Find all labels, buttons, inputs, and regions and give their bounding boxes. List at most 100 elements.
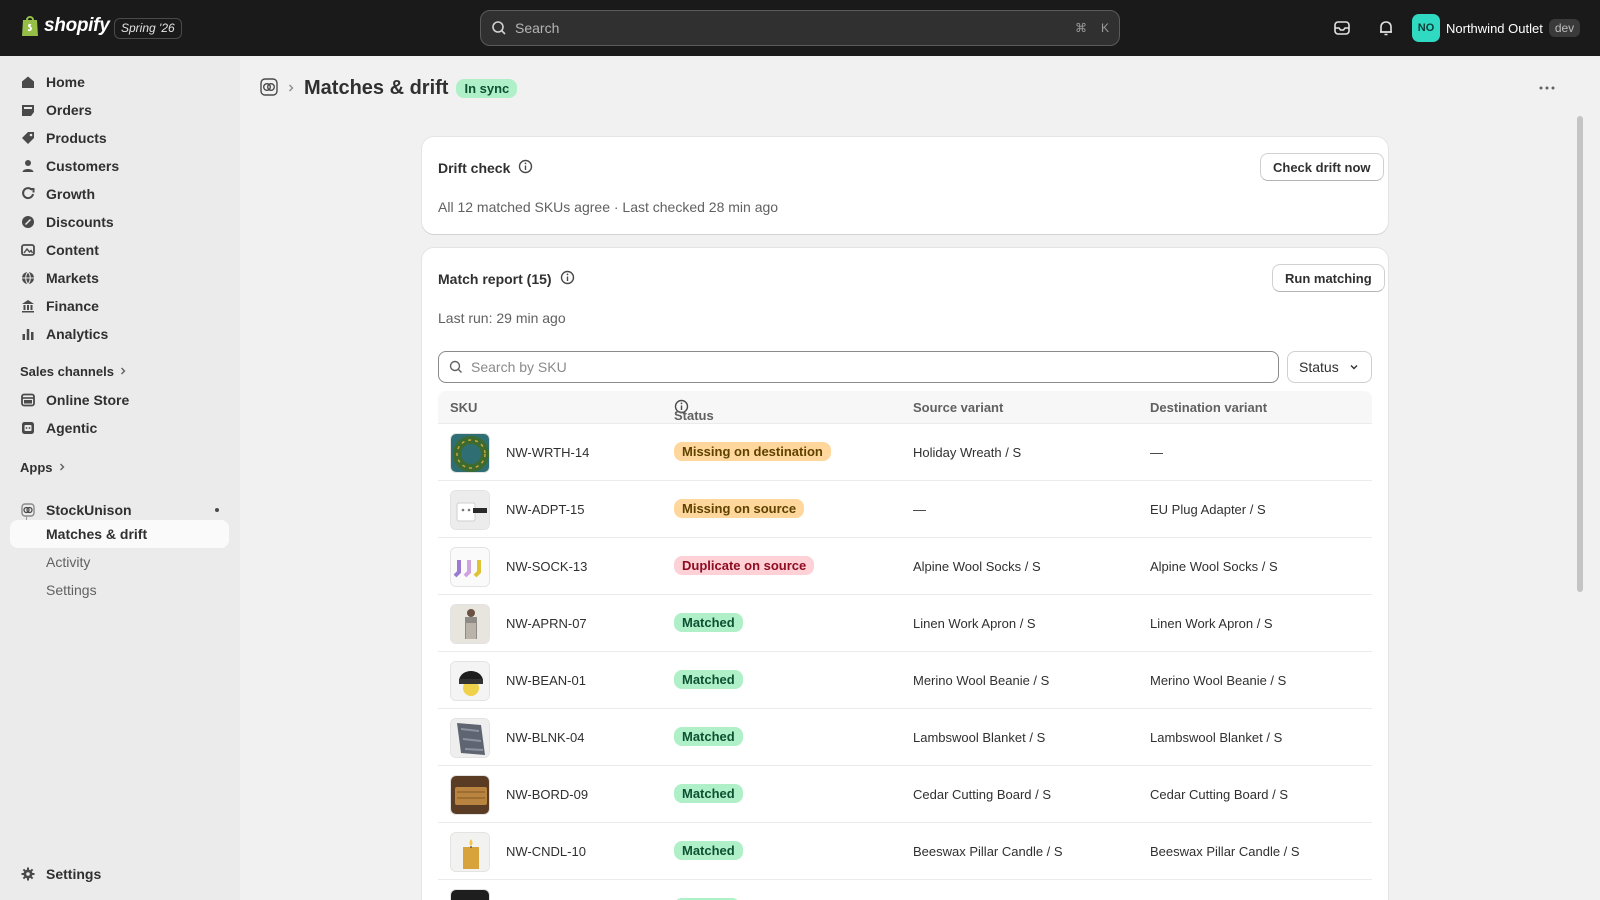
shortcut-cmd: ⌘ [1074, 21, 1087, 35]
sidebar-item-analytics[interactable]: Analytics [10, 320, 229, 348]
destination-variant-cell: Cedar Cutting Board / S [1150, 787, 1289, 802]
product-thumbnail [450, 547, 490, 587]
sidebar-item-agentic[interactable]: Agentic [10, 414, 229, 442]
table-row[interactable]: NW-CNDL-10 Matched Beeswax Pillar Candle… [438, 822, 1372, 879]
scrollbar-thumb[interactable] [1577, 116, 1583, 592]
bell-icon[interactable] [1375, 17, 1397, 39]
sidebar-item-online-store[interactable]: Online Store [10, 386, 229, 414]
status-badge: Missing on destination [674, 442, 831, 461]
app-icon[interactable] [260, 77, 278, 99]
table-row[interactable]: NW-WRTH-14 Missing on destination Holida… [438, 423, 1372, 480]
product-thumbnail [450, 718, 490, 758]
page-scrollbar[interactable] [1575, 114, 1585, 900]
column-destination-variant[interactable]: Destination variant [1150, 400, 1267, 415]
sku-search-placeholder: Search by SKU [471, 359, 567, 375]
sidebar-item-markets[interactable]: Markets [10, 264, 229, 292]
table-row[interactable]: NW-SOCK-13 Duplicate on source Alpine Wo… [438, 537, 1372, 594]
sidebar-item-home[interactable]: Home [10, 68, 229, 96]
subnav-activity[interactable]: Activity [10, 548, 229, 576]
sku-cell: NW-BEAN-01 [506, 673, 586, 688]
apps-label: Apps [20, 460, 53, 475]
source-variant-cell: Merino Wool Beanie / S [913, 673, 1050, 688]
product-thumbnail [450, 661, 490, 701]
destination-variant-cell: — [1150, 445, 1163, 460]
top-bar: shopify Spring '26 Search ⌘ K NO Northwi… [0, 0, 1600, 56]
info-icon[interactable] [518, 159, 533, 177]
search-icon [449, 360, 462, 373]
more-actions-icon[interactable] [1532, 76, 1562, 100]
column-status[interactable]: Status [674, 399, 714, 423]
sidebar-item-label: Agentic [46, 420, 98, 436]
sidebar-item-finance[interactable]: Finance [10, 292, 229, 320]
search-icon [492, 21, 506, 35]
global-search[interactable]: Search ⌘ K [480, 10, 1120, 46]
table-row[interactable]: NW-APRN-07 Matched Linen Work Apron / S … [438, 594, 1372, 651]
store-avatar: NO [1412, 14, 1440, 42]
sidebar-item-growth[interactable]: Growth [10, 180, 229, 208]
app-status-dot [215, 508, 219, 512]
table-row[interactable]: NW-BEAN-01 Matched Merino Wool Beanie / … [438, 651, 1372, 708]
sidebar-item-orders[interactable]: Orders [10, 96, 229, 124]
sidebar-item-label: Markets [46, 270, 99, 286]
subnav-matches-drift[interactable]: Matches & drift [10, 520, 229, 548]
shopify-logo[interactable]: shopify [20, 14, 110, 38]
sku-search-input[interactable]: Search by SKU [438, 351, 1279, 383]
tag-icon [20, 130, 36, 146]
source-variant-cell: Lambswool Blanket / S [913, 730, 1046, 745]
sku-cell: NW-BORD-09 [506, 787, 589, 802]
subnav-settings[interactable]: Settings [10, 576, 229, 604]
sidebar-item-customers[interactable]: Customers [10, 152, 229, 180]
destination-variant-cell: Lambswool Blanket / S [1150, 730, 1283, 745]
column-status-label: Status [674, 408, 714, 423]
brand-wordmark: shopify [44, 15, 110, 36]
agent-icon [20, 420, 36, 436]
sidebar-item-content[interactable]: Content [10, 236, 229, 264]
sidebar-item-label: Settings [46, 866, 102, 882]
status-badge: Matched [674, 784, 743, 803]
sku-cell: NW-BLNK-04 [506, 730, 585, 745]
table-row-partial[interactable] [438, 879, 1372, 900]
sidebar-item-label: Finance [46, 298, 99, 314]
drift-summary: All 12 matched SKUs agree · Last checked… [438, 199, 779, 215]
status-badge: Matched [674, 841, 743, 860]
status-badge: Matched [674, 670, 743, 689]
drift-check-title: Drift check [438, 160, 511, 176]
source-variant-cell: Alpine Wool Socks / S [913, 559, 1041, 574]
shopify-bag-icon [22, 16, 38, 36]
status-badge: Matched [674, 613, 743, 632]
store-switcher[interactable]: NO Northwind Outlet dev [1412, 14, 1581, 42]
table-row[interactable]: NW-BORD-09 Matched Cedar Cutting Board /… [438, 765, 1372, 822]
match-report-header: Match report (15) [438, 270, 575, 288]
sidebar-item-settings[interactable]: Settings [10, 860, 229, 888]
chart-icon [20, 326, 36, 342]
sidebar-item-label: Products [46, 130, 107, 146]
sku-cell: NW-CNDL-10 [506, 844, 586, 859]
info-icon[interactable] [560, 270, 575, 288]
last-run-text: Last run: 29 min ago [438, 310, 566, 326]
inbox-icon[interactable] [1331, 17, 1353, 39]
product-thumbnail [450, 775, 490, 815]
run-matching-button[interactable]: Run matching [1272, 264, 1385, 292]
growth-icon [20, 186, 36, 202]
destination-variant-cell: EU Plug Adapter / S [1150, 502, 1266, 517]
status-filter-label: Status [1299, 359, 1339, 375]
check-drift-button[interactable]: Check drift now [1260, 153, 1384, 181]
column-source-variant[interactable]: Source variant [913, 400, 1003, 415]
column-sku[interactable]: SKU [450, 400, 477, 415]
table-row[interactable]: NW-BLNK-04 Matched Lambswool Blanket / S… [438, 708, 1372, 765]
destination-variant-cell: Beeswax Pillar Candle / S [1150, 844, 1300, 859]
sidebar-item-label: Analytics [46, 326, 109, 342]
status-badge: Matched [674, 727, 743, 746]
sidebar-item-products[interactable]: Products [10, 124, 229, 152]
sidebar-item-label: StockUnison [46, 502, 132, 518]
page-title: Matches & drift [304, 76, 449, 99]
page-header: Matches & drift In sync [260, 73, 518, 103]
table-row[interactable]: NW-ADPT-15 Missing on source — EU Plug A… [438, 480, 1372, 537]
apps-heading[interactable]: Apps [20, 460, 67, 475]
sidebar-item-discounts[interactable]: Discounts [10, 208, 229, 236]
status-filter-dropdown[interactable]: Status [1287, 351, 1372, 383]
main-content: Matches & drift In sync Drift check Chec… [240, 56, 1600, 900]
sku-cell: NW-ADPT-15 [506, 502, 585, 517]
store-name: Northwind Outlet [1446, 20, 1543, 36]
sales-channels-heading[interactable]: Sales channels [20, 364, 128, 379]
